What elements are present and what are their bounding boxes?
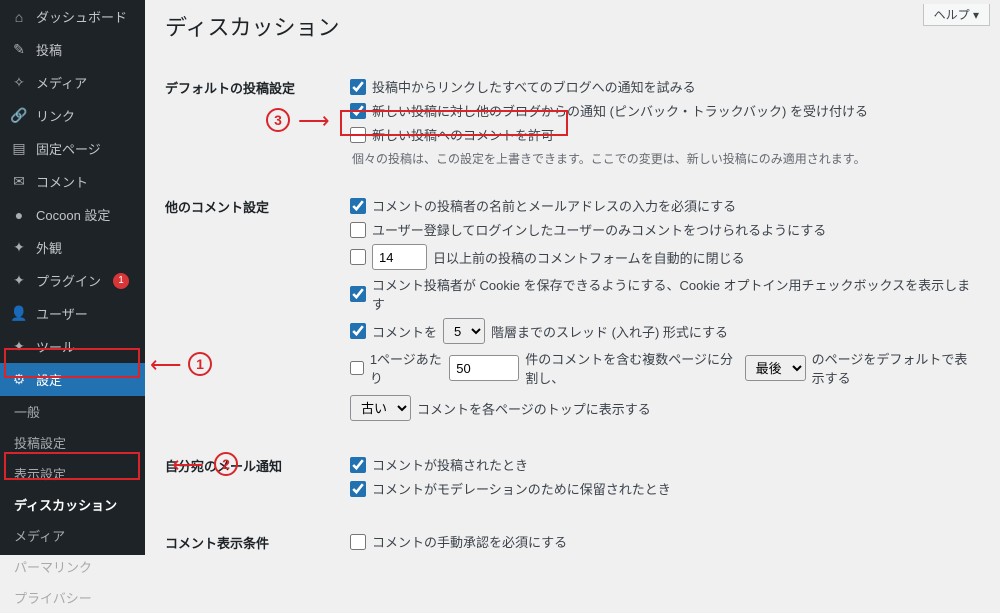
checkbox-require-login[interactable] <box>350 222 366 238</box>
default-post-note: 個々の投稿は、この設定を上書きできます。ここでの変更は、新しい投稿にのみ適用され… <box>352 150 980 167</box>
gear-icon: ⚙ <box>10 371 28 388</box>
sidebar-sub-privacy[interactable]: プライバシー <box>0 582 145 613</box>
label-text: ユーザー登録してログインしたユーザーのみコメントをつけられるようにする <box>372 220 826 239</box>
label-text: 1ページあたり <box>370 349 443 387</box>
sidebar-item-label: ユーザー <box>36 304 88 323</box>
sidebar-item-label: メディア <box>36 73 87 92</box>
sidebar-sub-permalinks[interactable]: パーマリンク <box>0 551 145 582</box>
wrench-icon: ✦ <box>10 338 28 355</box>
sidebar-item-cocoon[interactable]: ● Cocoon 設定 <box>0 198 145 231</box>
opt-paginate[interactable]: 1ページあたり 件のコメントを含む複数ページに分割し、 最後 のページをデフォル… <box>350 349 980 387</box>
label-text: のページをデフォルトで表示する <box>812 349 980 387</box>
plugin-update-badge: 1 <box>113 273 129 289</box>
sidebar-item-label: 設定 <box>36 370 62 389</box>
sidebar-item-label: プラグイン <box>36 271 101 290</box>
label-text: 投稿中からリンクしたすべてのブログへの通知を試みる <box>372 77 696 96</box>
section-mail-heading: 自分宛のメール通知 <box>165 438 350 515</box>
opt-require-name-email[interactable]: コメントの投稿者の名前とメールアドレスの入力を必須にする <box>350 196 980 215</box>
sidebar-item-label: リンク <box>36 106 75 125</box>
sidebar-sub-reading[interactable]: 表示設定 <box>0 458 145 489</box>
opt-mail-posted[interactable]: コメントが投稿されたとき <box>350 455 980 474</box>
checkbox-pingback-receive[interactable] <box>350 103 366 119</box>
opt-close-old[interactable]: 日以上前の投稿のコメントフォームを自動的に閉じる <box>350 244 980 270</box>
sidebar-sub-writing[interactable]: 投稿設定 <box>0 427 145 458</box>
admin-sidebar: ⌂ ダッシュボード ✎ 投稿 ✧ メディア 🔗 リンク ▤ 固定ページ ✉ コメ… <box>0 0 145 555</box>
comment-icon: ✉ <box>10 173 28 190</box>
sidebar-item-dashboard[interactable]: ⌂ ダッシュボード <box>0 0 145 33</box>
dashboard-icon: ⌂ <box>10 9 28 25</box>
checkbox-require-name-email[interactable] <box>350 198 366 214</box>
opt-thread-depth[interactable]: コメントを 5 階層までのスレッド (入れ子) 形式にする <box>350 318 980 344</box>
pin-icon: ✎ <box>10 41 28 58</box>
label-text: コメントがモデレーションのために保留されたとき <box>372 479 671 498</box>
sidebar-item-label: 外観 <box>36 238 62 257</box>
label-text: コメントが投稿されたとき <box>372 455 528 474</box>
label-text: コメントの手動承認を必須にする <box>372 532 567 551</box>
label-text: 件のコメントを含む複数ページに分割し、 <box>525 349 738 387</box>
sidebar-item-comments[interactable]: ✉ コメント <box>0 165 145 198</box>
sidebar-item-posts[interactable]: ✎ 投稿 <box>0 33 145 66</box>
checkbox-allow-comments[interactable] <box>350 127 366 143</box>
sidebar-item-label: ツール <box>36 337 75 356</box>
checkbox-thread[interactable] <box>350 323 366 339</box>
plugin-icon: ✦ <box>10 272 28 289</box>
help-tab[interactable]: ヘルプ ▾ <box>923 4 990 26</box>
opt-mail-moderation[interactable]: コメントがモデレーションのために保留されたとき <box>350 479 980 498</box>
sidebar-sub-discussion[interactable]: ディスカッション <box>0 489 145 520</box>
opt-pingback-receive[interactable]: 新しい投稿に対し他のブログからの通知 (ピンバック・トラックバック) を受け付け… <box>350 101 980 120</box>
label-text: コメント投稿者が Cookie を保存できるようにする、Cookie オプトイン… <box>372 275 980 313</box>
checkbox-cookie-optin[interactable] <box>350 286 366 302</box>
label-text: 日以上前の投稿のコメントフォームを自動的に閉じる <box>433 248 745 267</box>
sidebar-item-settings[interactable]: ⚙ 設定 <box>0 363 145 396</box>
label-text: 新しい投稿へのコメントを許可 <box>372 125 554 144</box>
sidebar-item-links[interactable]: 🔗 リンク <box>0 99 145 132</box>
section-display-heading: コメント表示条件 <box>165 515 350 555</box>
sidebar-item-appearance[interactable]: ✦ 外観 <box>0 231 145 264</box>
opt-allow-comments[interactable]: 新しい投稿へのコメントを許可 <box>350 125 980 144</box>
section-other-heading: 他のコメント設定 <box>165 179 350 438</box>
sidebar-item-tools[interactable]: ✦ ツール <box>0 330 145 363</box>
label-text: コメントを各ページのトップに表示する <box>417 399 651 418</box>
select-thread-depth[interactable]: 5 <box>443 318 485 344</box>
opt-require-login[interactable]: ユーザー登録してログインしたユーザーのみコメントをつけられるようにする <box>350 220 980 239</box>
sidebar-item-label: 固定ページ <box>36 139 101 158</box>
opt-manual-approve[interactable]: コメントの手動承認を必須にする <box>350 532 980 551</box>
checkbox-paginate[interactable] <box>350 360 364 376</box>
link-icon: 🔗 <box>10 107 28 124</box>
section-default-post-heading: デフォルトの投稿設定 <box>165 60 350 179</box>
sidebar-item-label: ダッシュボード <box>36 7 127 26</box>
sidebar-item-media[interactable]: ✧ メディア <box>0 66 145 99</box>
checkbox-mail-posted[interactable] <box>350 457 366 473</box>
input-per-page[interactable] <box>449 355 519 381</box>
sidebar-item-users[interactable]: 👤 ユーザー <box>0 297 145 330</box>
page-title: ディスカッション <box>165 10 980 42</box>
sidebar-item-plugins[interactable]: ✦ プラグイン 1 <box>0 264 145 297</box>
label-text: 新しい投稿に対し他のブログからの通知 (ピンバック・トラックバック) を受け付け… <box>372 101 868 120</box>
sidebar-sub-media[interactable]: メディア <box>0 520 145 551</box>
page-icon: ▤ <box>10 140 28 157</box>
opt-pingback-send[interactable]: 投稿中からリンクしたすべてのブログへの通知を試みる <box>350 77 980 96</box>
opt-order[interactable]: 古い コメントを各ページのトップに表示する <box>350 395 980 421</box>
input-close-days[interactable] <box>372 244 427 270</box>
label-text: コメントの投稿者の名前とメールアドレスの入力を必須にする <box>372 196 736 215</box>
sidebar-sub-general[interactable]: 一般 <box>0 396 145 427</box>
cocoon-icon: ● <box>10 207 28 223</box>
sidebar-item-pages[interactable]: ▤ 固定ページ <box>0 132 145 165</box>
sidebar-item-label: コメント <box>36 172 88 191</box>
label-text: 階層までのスレッド (入れ子) 形式にする <box>491 322 728 341</box>
checkbox-pingback-send[interactable] <box>350 79 366 95</box>
brush-icon: ✦ <box>10 239 28 256</box>
label-text: コメントを <box>372 322 437 341</box>
select-default-page[interactable]: 最後 <box>745 355 806 381</box>
settings-content: ヘルプ ▾ ディスカッション デフォルトの投稿設定 投稿中からリンクしたすべての… <box>145 0 1000 555</box>
checkbox-mail-moderation[interactable] <box>350 481 366 497</box>
media-icon: ✧ <box>10 74 28 91</box>
sidebar-item-label: Cocoon 設定 <box>36 205 110 224</box>
user-icon: 👤 <box>10 305 28 322</box>
checkbox-manual-approve[interactable] <box>350 534 366 550</box>
select-order[interactable]: 古い <box>350 395 411 421</box>
opt-cookie-optin[interactable]: コメント投稿者が Cookie を保存できるようにする、Cookie オプトイン… <box>350 275 980 313</box>
sidebar-item-label: 投稿 <box>36 40 62 59</box>
checkbox-close-old[interactable] <box>350 249 366 265</box>
